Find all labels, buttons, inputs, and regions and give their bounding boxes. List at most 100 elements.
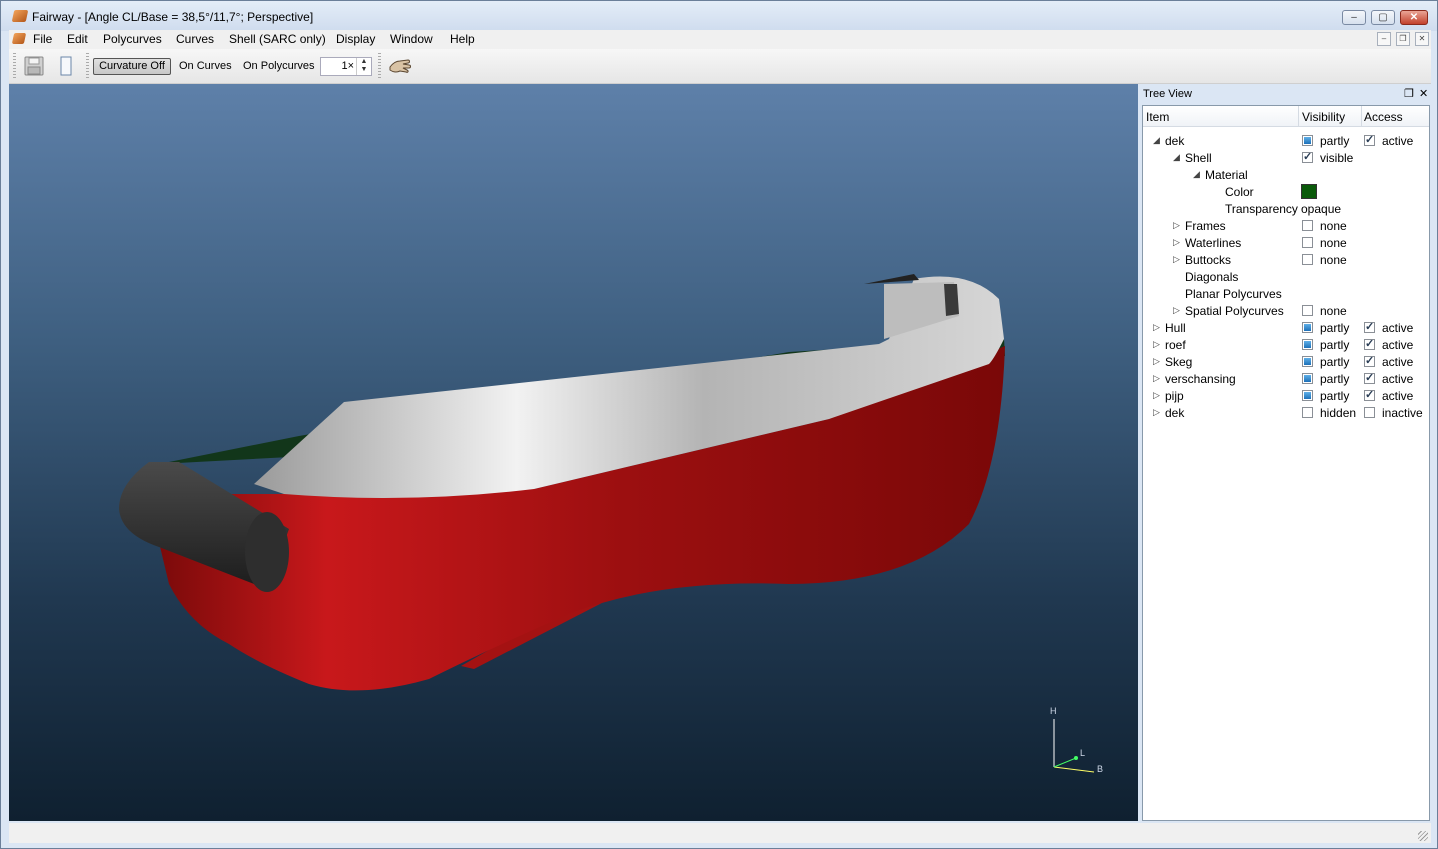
collapsed-arrow-icon[interactable]: ▷ <box>1173 220 1180 231</box>
visibility-checkbox[interactable] <box>1302 407 1313 418</box>
tree-row[interactable]: Diagonals <box>1143 268 1429 285</box>
tree-row[interactable]: ▷ pijp partly active <box>1143 387 1429 404</box>
visibility-checkbox[interactable] <box>1302 305 1313 316</box>
menu-polycurves[interactable]: Polycurves <box>103 32 162 46</box>
tree-row[interactable]: ▷ Frames none <box>1143 217 1429 234</box>
tree-item-label[interactable]: Skeg <box>1165 355 1192 369</box>
collapsed-arrow-icon[interactable]: ▷ <box>1153 373 1160 384</box>
tree-row[interactable]: ▷ verschansing partly active <box>1143 370 1429 387</box>
visibility-checkbox[interactable] <box>1302 135 1313 146</box>
tree-item-label[interactable]: pijp <box>1165 389 1184 403</box>
minimize-button[interactable]: – <box>1342 10 1366 25</box>
access-checkbox[interactable] <box>1364 320 1375 333</box>
document-icon[interactable] <box>11 33 27 44</box>
tree-row[interactable]: ◢ dek partly active <box>1143 132 1429 149</box>
save-icon[interactable] <box>24 56 44 76</box>
tree-item-label[interactable]: verschansing <box>1165 372 1236 386</box>
tree-item-label[interactable]: dek <box>1165 406 1184 420</box>
tree-item-label[interactable]: Hull <box>1165 321 1186 335</box>
visibility-checkbox[interactable] <box>1302 150 1313 163</box>
multiplier-spinbox[interactable]: 1× ▲ ▼ <box>320 57 372 76</box>
curvature-off-button[interactable]: Curvature Off <box>93 58 171 75</box>
collapsed-arrow-icon[interactable]: ▷ <box>1153 356 1160 367</box>
mdi-minimize-button[interactable]: – <box>1377 32 1391 46</box>
tree-row[interactable]: ▷ Hull partly active <box>1143 319 1429 336</box>
access-checkbox[interactable] <box>1364 388 1375 401</box>
mdi-restore-button[interactable]: ❐ <box>1396 32 1410 46</box>
multiplier-value[interactable]: 1× <box>341 60 354 72</box>
title-bar[interactable]: Fairway - [Angle CL/Base = 38,5°/11,7°; … <box>1 1 1437 31</box>
hand-icon[interactable] <box>388 55 412 77</box>
tree-item-label[interactable]: Frames <box>1185 219 1226 233</box>
tree-row[interactable]: ▷ Buttocks none <box>1143 251 1429 268</box>
toolbar-grip-3[interactable] <box>378 53 381 79</box>
tree-row[interactable]: Planar Polycurves <box>1143 285 1429 302</box>
tree-item-label[interactable]: Waterlines <box>1185 236 1241 250</box>
expanded-arrow-icon[interactable]: ◢ <box>1153 135 1160 146</box>
visibility-checkbox[interactable] <box>1302 356 1313 367</box>
tree-item-label[interactable]: Transparency <box>1225 202 1298 216</box>
toolbar-grip[interactable] <box>13 53 16 79</box>
access-checkbox[interactable] <box>1364 354 1375 367</box>
tree-item-label[interactable]: Shell <box>1185 151 1212 165</box>
access-checkbox[interactable] <box>1364 371 1375 384</box>
tree-row[interactable]: ◢ Material <box>1143 166 1429 183</box>
tree-view[interactable]: Item Visibility Access ◢dekpartlyactive◢… <box>1142 105 1430 821</box>
visibility-checkbox[interactable] <box>1302 339 1313 350</box>
color-swatch[interactable] <box>1301 184 1317 199</box>
ship-model[interactable] <box>9 84 1138 821</box>
tree-item-label[interactable]: Material <box>1205 168 1248 182</box>
menu-file[interactable]: File <box>33 32 52 46</box>
size-grip[interactable] <box>1418 831 1428 841</box>
close-button[interactable]: ✕ <box>1400 10 1428 25</box>
visibility-checkbox[interactable] <box>1302 254 1313 265</box>
tree-row[interactable]: ◢ Shell visible <box>1143 149 1429 166</box>
expanded-arrow-icon[interactable]: ◢ <box>1173 152 1180 163</box>
collapsed-arrow-icon[interactable]: ▷ <box>1153 407 1160 418</box>
collapsed-arrow-icon[interactable]: ▷ <box>1173 237 1180 248</box>
menu-window[interactable]: Window <box>390 32 433 46</box>
collapsed-arrow-icon[interactable]: ▷ <box>1153 339 1160 350</box>
visibility-checkbox[interactable] <box>1302 322 1313 333</box>
collapsed-arrow-icon[interactable]: ▷ <box>1153 390 1160 401</box>
visibility-checkbox[interactable] <box>1302 220 1313 231</box>
tree-item-label[interactable]: dek <box>1165 134 1184 148</box>
tree-item-label[interactable]: Spatial Polycurves <box>1185 304 1284 318</box>
tree-row[interactable]: ▷ dek hidden inactive <box>1143 404 1429 421</box>
spin-arrows[interactable]: ▲ ▼ <box>356 58 371 75</box>
tree-row[interactable]: ▷ Skeg partly active <box>1143 353 1429 370</box>
collapsed-arrow-icon[interactable]: ▷ <box>1173 305 1180 316</box>
tree-item-label[interactable]: Diagonals <box>1185 270 1238 284</box>
tree-row[interactable]: ▷ Waterlines none <box>1143 234 1429 251</box>
column-item[interactable]: Item <box>1146 110 1169 124</box>
column-visibility[interactable]: Visibility <box>1302 110 1345 124</box>
3d-viewport[interactable]: H L B <box>9 84 1138 821</box>
tree-item-label[interactable]: Buttocks <box>1185 253 1231 267</box>
tree-item-label[interactable]: Planar Polycurves <box>1185 287 1282 301</box>
visibility-checkbox[interactable] <box>1302 373 1313 384</box>
column-access[interactable]: Access <box>1364 110 1403 124</box>
maximize-button[interactable]: ▢ <box>1371 10 1395 25</box>
access-checkbox[interactable] <box>1364 407 1375 418</box>
menu-display[interactable]: Display <box>336 32 375 46</box>
visibility-checkbox[interactable] <box>1302 390 1313 401</box>
visibility-checkbox[interactable] <box>1302 237 1313 248</box>
column-separator[interactable] <box>1298 106 1299 126</box>
menu-help[interactable]: Help <box>450 32 475 46</box>
tree-row[interactable]: Color <box>1143 183 1429 200</box>
menu-shell[interactable]: Shell (SARC only) <box>229 32 326 46</box>
tree-row[interactable]: ▷ Spatial Polycurves none <box>1143 302 1429 319</box>
access-checkbox[interactable] <box>1364 133 1375 146</box>
access-checkbox[interactable] <box>1364 337 1375 350</box>
collapsed-arrow-icon[interactable]: ▷ <box>1153 322 1160 333</box>
float-panel-icon[interactable]: ❐ <box>1404 87 1414 100</box>
page-icon[interactable] <box>56 56 76 76</box>
on-curves-button[interactable]: On Curves <box>179 60 232 72</box>
close-panel-icon[interactable]: ✕ <box>1419 87 1428 100</box>
collapsed-arrow-icon[interactable]: ▷ <box>1173 254 1180 265</box>
on-polycurves-button[interactable]: On Polycurves <box>243 60 315 72</box>
toolbar-grip-2[interactable] <box>86 53 89 79</box>
column-separator[interactable] <box>1361 106 1362 126</box>
menu-curves[interactable]: Curves <box>176 32 214 46</box>
menu-edit[interactable]: Edit <box>67 32 88 46</box>
